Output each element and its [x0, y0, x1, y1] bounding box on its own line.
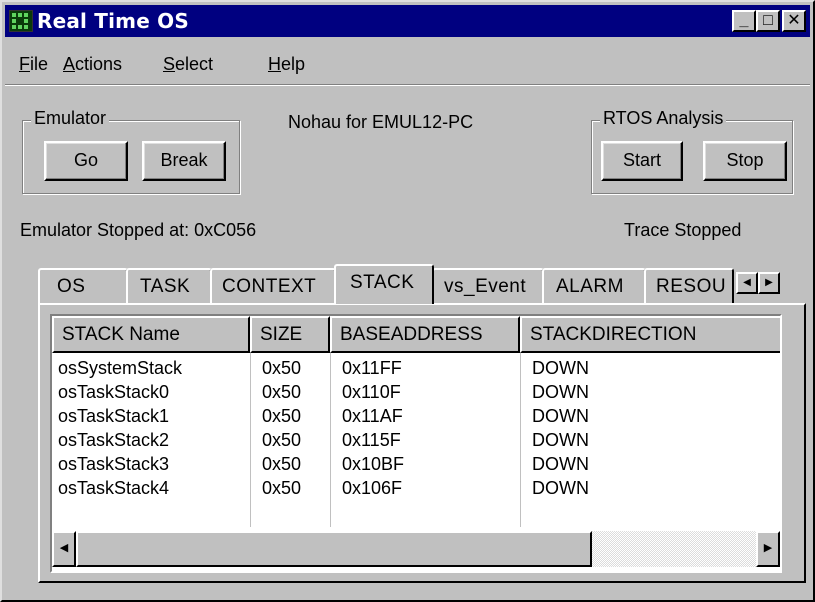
table-row[interactable]: osTaskStack1 0x50 0x11AF DOWN: [52, 406, 780, 430]
stop-button[interactable]: Stop: [703, 141, 787, 181]
column-header-stackdirection[interactable]: STACKDIRECTION: [520, 316, 780, 353]
menu-select[interactable]: Select: [163, 54, 213, 75]
go-button[interactable]: Go: [44, 141, 128, 181]
tab-task[interactable]: TASK: [126, 268, 212, 304]
cell-stack-name: osSystemStack: [58, 358, 183, 378]
scrollbar-thumb[interactable]: [76, 531, 592, 567]
scroll-right-arrow[interactable]: ▶: [756, 531, 780, 567]
maximize-button[interactable]: □: [756, 10, 780, 32]
cell-baseaddress: 0x10BF: [342, 454, 405, 474]
rtos-analysis-group: RTOS Analysis Start Stop: [591, 108, 793, 194]
cell-baseaddress: 0x11FF: [342, 358, 402, 378]
cell-stackdirection: DOWN: [532, 382, 589, 402]
tab-scroll-left-arrow[interactable]: ◀: [736, 272, 758, 294]
stack-list-view[interactable]: STACK Name SIZE BASEADDRESS STACKDIRECTI…: [50, 314, 782, 573]
menu-help[interactable]: Help: [268, 54, 305, 75]
column-header-baseaddress[interactable]: BASEADDRESS: [330, 316, 520, 353]
cell-size: 0x50: [262, 430, 302, 450]
emulator-group-label: Emulator: [31, 108, 110, 129]
cell-baseaddress: 0x11AF: [342, 406, 403, 426]
column-header-stack-name[interactable]: STACK Name: [52, 316, 250, 353]
cell-baseaddress: 0x106F: [342, 478, 403, 498]
menu-separator: [5, 84, 810, 86]
tab-vs-event[interactable]: vs_Event: [432, 268, 544, 304]
break-button[interactable]: Break: [142, 141, 226, 181]
emulator-status: Emulator Stopped at: 0xC056: [20, 220, 257, 240]
table-row[interactable]: osTaskStack3 0x50 0x10BF DOWN: [52, 454, 780, 478]
table-row[interactable]: osTaskStack0 0x50 0x110F DOWN: [52, 382, 780, 406]
menu-file[interactable]: File: [19, 54, 48, 75]
cell-stackdirection: DOWN: [532, 430, 589, 450]
cell-stackdirection: DOWN: [532, 454, 589, 474]
column-header-size[interactable]: SIZE: [250, 316, 330, 353]
minimize-button[interactable]: _: [732, 10, 756, 32]
cell-baseaddress: 0x115F: [342, 430, 401, 450]
cell-stack-name: osTaskStack2: [58, 430, 170, 450]
horizontal-scrollbar[interactable]: ◀ ▶: [52, 531, 780, 567]
cell-size: 0x50: [262, 382, 302, 402]
title-bar[interactable]: Real Time OS _ □ ✕: [5, 5, 810, 37]
cell-stackdirection: DOWN: [532, 358, 589, 378]
tab-resource[interactable]: RESOU: [644, 268, 734, 304]
tab-scroll-right-arrow[interactable]: ▶: [758, 272, 780, 294]
cell-size: 0x50: [262, 358, 302, 378]
table-header: STACK Name SIZE BASEADDRESS STACKDIRECTI…: [52, 316, 780, 353]
emulator-group: Emulator Go Break: [22, 108, 240, 194]
rtos-group-label: RTOS Analysis: [600, 108, 727, 129]
cell-size: 0x50: [262, 478, 302, 498]
window-title: Real Time OS: [37, 9, 189, 33]
cell-stack-name: osTaskStack1: [58, 406, 170, 426]
app-window: Real Time OS _ □ ✕ File Actions Select H…: [0, 0, 815, 602]
menu-bar: File Actions Select Help: [5, 38, 810, 84]
tab-alarm[interactable]: ALARM: [542, 268, 646, 304]
start-button[interactable]: Start: [601, 141, 683, 181]
cell-stackdirection: DOWN: [532, 406, 589, 426]
cell-size: 0x50: [262, 454, 302, 474]
trace-status: Trace Stopped: [624, 220, 742, 240]
close-button[interactable]: ✕: [782, 10, 806, 32]
table-row[interactable]: osTaskStack4 0x50 0x106F DOWN: [52, 478, 780, 502]
table-row[interactable]: osTaskStack2 0x50 0x115F DOWN: [52, 430, 780, 454]
cell-stack-name: osTaskStack3: [58, 454, 170, 474]
table-row[interactable]: osSystemStack 0x50 0x11FF DOWN: [52, 358, 780, 382]
tab-os[interactable]: OS: [38, 268, 128, 304]
scroll-left-arrow[interactable]: ◀: [52, 531, 76, 567]
cell-stackdirection: DOWN: [532, 478, 589, 498]
menu-actions[interactable]: Actions: [63, 54, 122, 75]
tab-stack[interactable]: STACK: [334, 264, 434, 304]
cell-size: 0x50: [262, 406, 302, 426]
tab-context[interactable]: CONTEXT: [210, 268, 336, 304]
cell-baseaddress: 0x110F: [342, 382, 401, 402]
app-icon: [9, 10, 33, 32]
cell-stack-name: osTaskStack0: [58, 382, 170, 402]
cell-stack-name: osTaskStack4: [58, 478, 170, 498]
target-label: Nohau for EMUL12-PC: [288, 112, 474, 132]
